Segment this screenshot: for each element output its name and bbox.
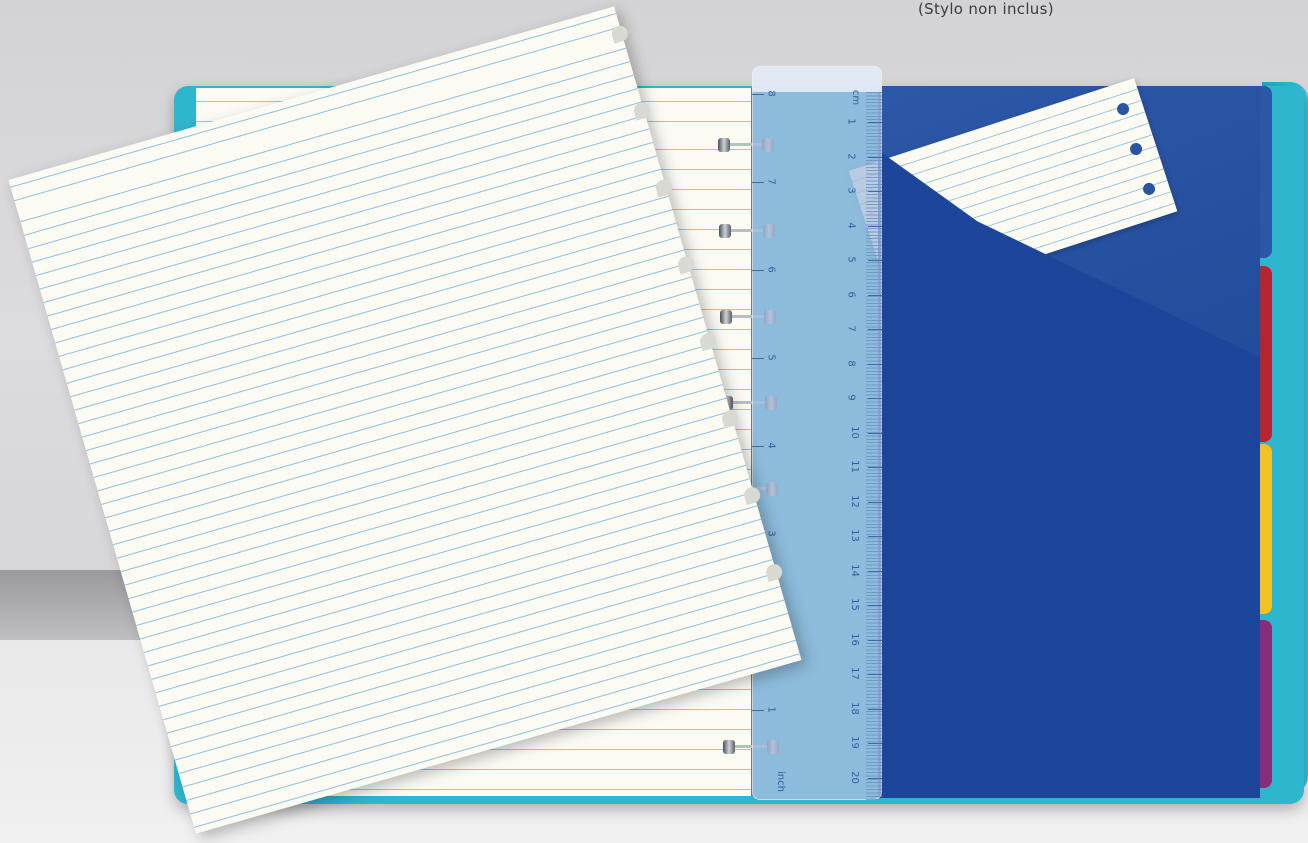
ruler-cm-tick (868, 363, 882, 365)
ruler-cm-label: 12 (848, 494, 860, 508)
ruler-cm-tick (868, 605, 882, 606)
ruler-cm-tick (868, 122, 882, 123)
ruler-cm-label: 11 (848, 460, 860, 473)
ruler-cm-tick (868, 777, 882, 779)
ruler-cm-tick (868, 329, 882, 330)
ruler-cm-label: 16 (848, 632, 860, 646)
ruler-cm-tick (868, 743, 882, 744)
ruler-cm-tick (868, 467, 882, 468)
ruler-cm-unit: cm (850, 89, 862, 106)
ruler-cm-label: 14 (848, 563, 860, 577)
ruler-cm-label: 13 (848, 529, 860, 542)
ruler-inch-tick (752, 94, 764, 95)
ruler-cm-label: 8 (845, 359, 857, 367)
ruler-inch-tick (752, 182, 764, 183)
card-hole (1115, 101, 1131, 117)
ruler-cm-label: 2 (845, 152, 857, 160)
ruler-cm-tick (868, 156, 882, 158)
ruler-cm-label: 7 (845, 325, 857, 332)
ruler-cm-label: 20 (848, 770, 860, 784)
ruler-cm-scale (866, 92, 882, 800)
ruler-inch-label: 6 (765, 266, 777, 273)
ruler-inch-label: 5 (765, 354, 777, 361)
ruler-cm-label: 19 (848, 736, 860, 749)
ruler-inch-tick (752, 446, 764, 447)
ruler-cm-label: 3 (845, 187, 857, 194)
ruler-cm-label: 1 (845, 118, 857, 125)
ruler-cm-label: 18 (848, 701, 860, 715)
ruler-inch-tick (752, 710, 764, 711)
product-photo: { "caption": "(Stylo non inclus)", "rule… (0, 0, 1308, 843)
ruler-cm-tick (868, 260, 882, 261)
ruler-cm-tick (868, 294, 882, 296)
ruler-cm-label: 5 (845, 256, 857, 263)
ruler-inch-label: 8 (765, 90, 777, 97)
ruler-inch-label: 7 (765, 178, 777, 185)
ruler-inch-label: 1 (765, 706, 777, 713)
card-hole (1128, 141, 1144, 157)
ruler-inch-label: 4 (765, 442, 777, 449)
ruler-cm-tick (868, 536, 882, 537)
ruler: cm inch 1 2 3 4 5 6 7 8 9 10 11 12 13 14 15 16 17 18 19 20 … (752, 66, 882, 800)
caption-text: (Stylo non inclus) (918, 0, 1054, 18)
ruler-cm-tick (868, 501, 882, 503)
ruler-cm-tick (868, 225, 882, 227)
ruler-cm-tick (868, 191, 882, 192)
ruler-cm-label: 17 (848, 667, 860, 680)
ruler-cm-tick (868, 674, 882, 675)
ruler-top (752, 66, 882, 92)
ruler-cm-tick (868, 639, 882, 641)
ruler-cm-tick (868, 398, 882, 399)
ruler-cm-tick (868, 708, 882, 710)
ruler-inch-unit: inch (774, 771, 786, 792)
ruler-cm-label: 15 (848, 598, 860, 611)
page-hole (609, 23, 630, 44)
ruler-cm-label: 10 (848, 425, 860, 439)
ruler-cm-label: 6 (845, 290, 857, 298)
ruler-cm-tick (868, 432, 882, 434)
ruler-cm-tick (868, 570, 882, 572)
ruler-cm-label: 9 (845, 394, 857, 401)
ruler-inch-tick (752, 270, 764, 271)
ruler-inch-tick (752, 358, 764, 359)
ruler-cm-label: 4 (845, 221, 857, 229)
card-hole (1141, 181, 1157, 197)
ruler-inch-label: 3 (765, 530, 777, 537)
